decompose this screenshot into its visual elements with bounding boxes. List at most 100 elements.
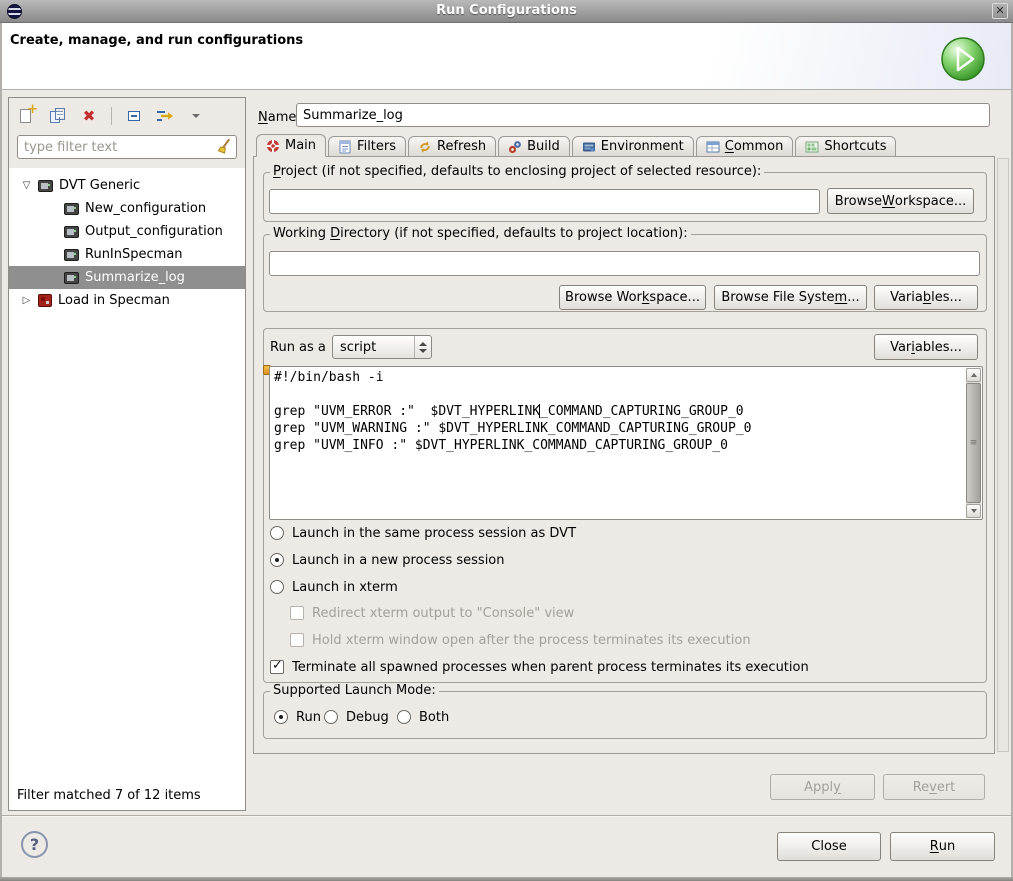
scrollbar-up-button[interactable] bbox=[966, 368, 981, 382]
window-close-button[interactable]: ✕ bbox=[992, 3, 1008, 19]
tab-environment[interactable]: Environment bbox=[572, 136, 694, 157]
clear-filter-broom-icon[interactable] bbox=[217, 139, 232, 154]
filter-input[interactable] bbox=[17, 135, 237, 159]
revert-button[interactable]: Revert bbox=[883, 774, 985, 800]
delete-configuration-icon[interactable]: ✖ bbox=[80, 107, 98, 125]
expander-expanded-icon[interactable]: ▽ bbox=[20, 180, 33, 191]
tab-shortcuts[interactable]: Shortcuts bbox=[795, 136, 896, 157]
tree-item-dvt-generic[interactable]: ▽ DVT Generic bbox=[9, 174, 245, 197]
text-caret bbox=[539, 404, 540, 418]
toolbar-separator bbox=[111, 107, 112, 125]
script-content[interactable]: #!/bin/bash -i grep "UVM_ERROR :" $DVT_H… bbox=[274, 369, 962, 517]
refresh-tab-icon bbox=[418, 140, 432, 154]
tree-item-label: Output_configuration bbox=[85, 224, 223, 239]
config-tab-bar: Main Filters Refresh Build bbox=[256, 134, 898, 157]
tree-item-load-in-specman[interactable]: ▷ Load in Specman bbox=[9, 289, 245, 312]
checkbox-redirect-xterm-output: Redirect xterm output to "Console" view bbox=[290, 605, 574, 621]
radio-label: Run bbox=[296, 710, 321, 725]
panel-scrollbar-track[interactable] bbox=[997, 158, 1009, 752]
name-label: Name: bbox=[258, 110, 301, 125]
radio-mode-debug[interactable]: Debug bbox=[324, 709, 389, 725]
radio-icon bbox=[270, 580, 284, 594]
name-input[interactable] bbox=[296, 103, 990, 127]
tab-main[interactable]: Main bbox=[256, 134, 326, 157]
tab-build[interactable]: Build bbox=[498, 136, 570, 157]
expander-collapsed-icon[interactable]: ▷ bbox=[20, 295, 33, 306]
build-tab-icon bbox=[508, 140, 522, 154]
checkbox-icon bbox=[290, 606, 304, 620]
tree-item-label: Load in Specman bbox=[58, 293, 170, 308]
window-frame-left bbox=[0, 23, 2, 881]
specman-config-type-icon bbox=[38, 294, 52, 307]
launch-options-group: Run as a script Variables... #!/bin/bash… bbox=[263, 328, 987, 683]
radio-launch-in-xterm[interactable]: Launch in xterm bbox=[270, 579, 398, 595]
project-group: Project (if not specified, defaults to e… bbox=[263, 172, 987, 222]
tab-filters[interactable]: Filters bbox=[328, 136, 406, 157]
project-input[interactable] bbox=[269, 189, 820, 214]
close-button[interactable]: Close bbox=[777, 832, 881, 861]
tree-item-runinspecman[interactable]: RunInSpecman bbox=[9, 243, 245, 266]
apply-button[interactable]: Apply bbox=[770, 774, 875, 800]
radio-mode-both[interactable]: Both bbox=[397, 709, 449, 725]
new-configuration-icon[interactable]: + bbox=[18, 107, 36, 125]
project-browse-workspace-button[interactable]: Browse Workspace... bbox=[827, 188, 974, 214]
window-frame-bottom bbox=[0, 877, 1013, 881]
tree-item-label: Summarize_log bbox=[85, 270, 185, 285]
working-directory-group-label: Working Directory (if not specified, def… bbox=[270, 226, 691, 241]
working-directory-input[interactable] bbox=[269, 251, 980, 276]
wd-browse-file-system-button[interactable]: Browse File System... bbox=[714, 285, 867, 310]
filter-configurations-icon[interactable] bbox=[156, 107, 174, 125]
radio-new-process-session[interactable]: Launch in a new process session bbox=[270, 552, 505, 568]
script-editor[interactable]: #!/bin/bash -i grep "UVM_ERROR :" $DVT_H… bbox=[269, 366, 983, 520]
tab-label: Common bbox=[725, 139, 784, 154]
chevron-down-icon bbox=[192, 114, 200, 118]
launch-config-icon bbox=[64, 226, 79, 238]
wd-variables-button[interactable]: Variables... bbox=[874, 285, 978, 310]
red-x-icon: ✖ bbox=[83, 107, 96, 125]
arrow-up-icon bbox=[971, 373, 977, 377]
tree-item-summarize-log[interactable]: Summarize_log bbox=[9, 266, 245, 289]
radio-label: Both bbox=[419, 710, 449, 725]
tree-item-output-configuration[interactable]: Output_configuration bbox=[9, 220, 245, 243]
title-bar: Run Configurations ✕ bbox=[0, 0, 1013, 23]
radio-mode-run[interactable]: Run bbox=[274, 709, 321, 725]
checkbox-hold-xterm-open: Hold xterm window open after the process… bbox=[290, 632, 751, 648]
radio-same-process-session[interactable]: Launch in the same process session as DV… bbox=[270, 525, 576, 541]
run-button[interactable]: Run bbox=[890, 832, 995, 861]
common-tab-icon bbox=[706, 140, 720, 154]
launch-config-icon bbox=[64, 203, 79, 215]
tab-refresh[interactable]: Refresh bbox=[408, 136, 496, 157]
checkbox-checked-icon bbox=[270, 660, 284, 674]
checkbox-terminate-spawned-processes[interactable]: Terminate all spawned processes when par… bbox=[270, 659, 809, 675]
working-directory-group: Working Directory (if not specified, def… bbox=[263, 234, 987, 312]
tree-item-label: New_configuration bbox=[85, 201, 206, 216]
tree-item-new-configuration[interactable]: New_configuration bbox=[9, 197, 245, 220]
arrow-down-icon bbox=[971, 509, 977, 513]
banner-title: Create, manage, and run configurations bbox=[10, 33, 303, 48]
collapse-all-icon[interactable] bbox=[125, 107, 143, 125]
radio-label: Debug bbox=[346, 710, 389, 725]
tab-label: Shortcuts bbox=[824, 139, 886, 154]
scrollbar-down-button[interactable] bbox=[966, 504, 981, 518]
duplicate-configuration-icon[interactable] bbox=[49, 107, 67, 125]
radio-label: Launch in a new process session bbox=[292, 553, 505, 568]
run-as-variables-button[interactable]: Variables... bbox=[874, 334, 978, 360]
wd-browse-workspace-button[interactable]: Browse Workspace... bbox=[559, 285, 706, 310]
filters-tab-icon bbox=[338, 140, 352, 154]
script-scrollbar[interactable]: ≡ bbox=[966, 368, 981, 518]
tab-common[interactable]: Common bbox=[696, 136, 794, 157]
run-as-combo[interactable]: script bbox=[332, 335, 432, 359]
main-tab-panel: Project (if not specified, defaults to e… bbox=[253, 156, 995, 754]
checkbox-icon bbox=[290, 633, 304, 647]
radio-checked-icon bbox=[274, 710, 288, 724]
filter-match-status: Filter matched 7 of 12 items bbox=[17, 788, 201, 803]
help-button[interactable]: ? bbox=[21, 831, 48, 858]
tab-label: Environment bbox=[601, 139, 684, 154]
toolbar-overflow-icon[interactable] bbox=[187, 107, 205, 125]
checkbox-label: Redirect xterm output to "Console" view bbox=[312, 606, 574, 621]
tab-label: Filters bbox=[357, 139, 396, 154]
scrollbar-thumb[interactable]: ≡ bbox=[966, 383, 981, 503]
project-group-label: Project (if not specified, defaults to e… bbox=[270, 164, 764, 179]
tab-label: Main bbox=[285, 138, 316, 153]
shortcuts-tab-icon bbox=[805, 140, 819, 154]
